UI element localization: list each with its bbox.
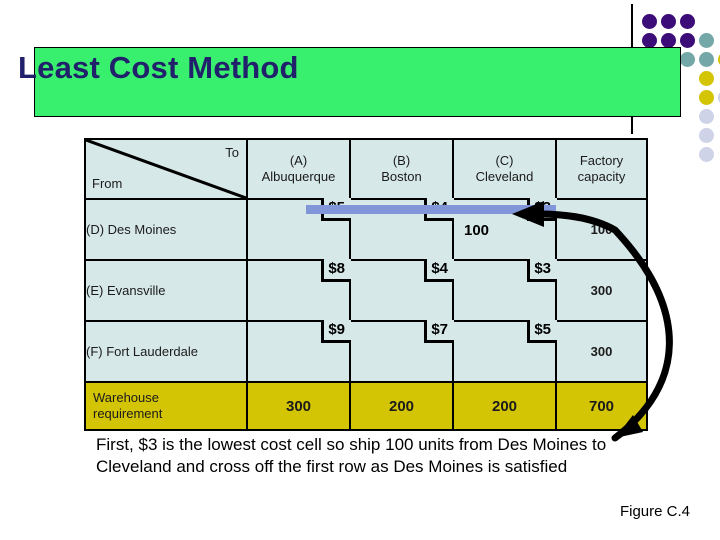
page-title: Least Cost Method xyxy=(18,50,299,85)
cell-e-a[interactable]: $8 xyxy=(246,259,351,322)
cost-f-a: $9 xyxy=(321,320,351,344)
requirement-label: Warehouse requirement xyxy=(84,381,248,431)
cell-f-b[interactable]: $7 xyxy=(349,320,454,383)
header-col-c-code: (C) xyxy=(495,153,514,169)
decorative-dot xyxy=(699,109,714,124)
row-label-e: (E) Evansville xyxy=(84,259,248,322)
requirement-label-line2: requirement xyxy=(93,406,163,421)
requirement-c: 200 xyxy=(452,381,557,431)
decorative-dot xyxy=(680,33,695,48)
warehouse-requirement-row: Warehouse requirement 300 200 200 700 xyxy=(84,381,648,431)
table-row: (E) Evansville $8 $4 $3 300 xyxy=(84,259,648,322)
alloc-d-c: 100 xyxy=(464,222,490,239)
cost-f-c: $5 xyxy=(527,320,557,344)
decorative-dot xyxy=(699,128,714,143)
header-col-c: (C) Cleveland xyxy=(452,138,557,200)
cost-e-a: $8 xyxy=(321,259,351,283)
cell-e-b[interactable]: $4 xyxy=(349,259,454,322)
decorative-dot xyxy=(642,33,657,48)
table-header-row: To From (A) Albuquerque (B) Boston (C) C… xyxy=(84,138,648,200)
caption-text: First, $3 is the lowest cost cell so shi… xyxy=(96,435,607,477)
cost-f-b: $7 xyxy=(424,320,454,344)
decorative-dot xyxy=(661,33,676,48)
header-to-label: To xyxy=(225,145,239,160)
decorative-dot xyxy=(699,90,714,105)
header-col-b-name: Boston xyxy=(381,169,422,184)
decorative-dot xyxy=(680,52,695,67)
cell-e-c[interactable]: $3 xyxy=(452,259,557,322)
decorative-dot xyxy=(699,52,714,67)
cost-e-c: $3 xyxy=(527,259,557,283)
requirement-total: 700 xyxy=(555,381,648,431)
row-label-d: (D) Des Moines xyxy=(84,198,248,261)
decorative-dot xyxy=(680,14,695,29)
header-factory-capacity-line2: capacity xyxy=(577,169,626,184)
header-col-a: (A) Albuquerque xyxy=(246,138,351,200)
table-row: (F) Fort Lauderdale $9 $7 $5 300 xyxy=(84,320,648,383)
header-factory-capacity-line1: Factory xyxy=(579,153,624,169)
capacity-f: 300 xyxy=(555,320,648,383)
decorative-dot xyxy=(699,33,714,48)
figure-label: Figure C.4 xyxy=(619,503,690,520)
cell-f-a[interactable]: $9 xyxy=(246,320,351,383)
requirement-a: 300 xyxy=(246,381,351,431)
header-col-b-code: (B) xyxy=(392,153,411,169)
decorative-dot xyxy=(699,71,714,86)
row-label-f: (F) Fort Lauderdale xyxy=(84,320,248,383)
capacity-d: 100 xyxy=(555,198,648,261)
capacity-e: 300 xyxy=(555,259,648,322)
decorative-dot xyxy=(699,147,714,162)
cell-f-c[interactable]: $5 xyxy=(452,320,557,383)
transportation-table-wrapper: To From (A) Albuquerque (B) Boston (C) C… xyxy=(84,138,648,431)
decorative-dot xyxy=(661,14,676,29)
header-corner-cell: To From xyxy=(84,138,248,200)
row-crossout-bar xyxy=(306,205,556,214)
header-factory-capacity: Factory capacity xyxy=(555,138,648,200)
decorative-dot xyxy=(642,14,657,29)
header-col-b: (B) Boston xyxy=(349,138,454,200)
header-col-c-name: Cleveland xyxy=(475,169,534,184)
header-col-a-code: (A) xyxy=(289,153,308,169)
transportation-table: To From (A) Albuquerque (B) Boston (C) C… xyxy=(84,138,648,431)
cost-e-b: $4 xyxy=(424,259,454,283)
header-from-label: From xyxy=(92,176,123,192)
requirement-label-line1: Warehouse xyxy=(93,389,159,405)
header-col-a-name: Albuquerque xyxy=(261,169,336,184)
requirement-b: 200 xyxy=(349,381,454,431)
